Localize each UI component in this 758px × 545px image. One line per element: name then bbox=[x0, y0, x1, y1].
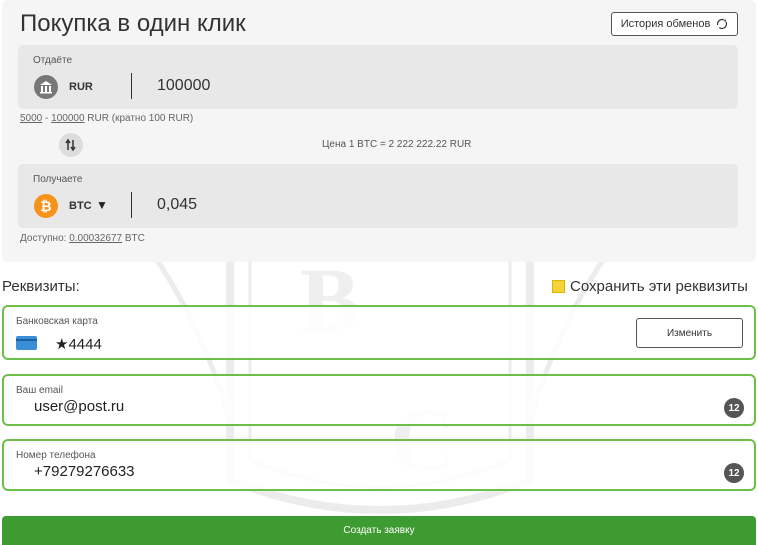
get-currency-select[interactable]: BTC bbox=[69, 200, 92, 212]
bank-card-label: Банковская карта bbox=[16, 316, 98, 327]
svg-text:₿: ₿ bbox=[40, 199, 51, 215]
get-divider bbox=[131, 192, 132, 218]
get-box: Получаете ₿ BTC ▼ 0,045 bbox=[18, 164, 738, 228]
history-button[interactable]: История обменов bbox=[611, 12, 738, 36]
bank-card-icon bbox=[16, 336, 37, 350]
bank-icon bbox=[34, 75, 58, 99]
phone-label: Номер телефона bbox=[16, 450, 96, 461]
available-amount-link[interactable]: 0.00032677 bbox=[69, 233, 122, 244]
bitcoin-icon: ₿ bbox=[34, 194, 58, 218]
phone-input[interactable]: +79279276633 bbox=[34, 463, 135, 480]
give-amount-input[interactable]: 100000 bbox=[157, 77, 210, 95]
limits-separator: - bbox=[42, 113, 52, 124]
available-label: Доступно: bbox=[20, 233, 70, 244]
available-line: Доступно: 0.00032677 BTC bbox=[20, 233, 145, 244]
phone-field[interactable]: Номер телефона +79279276633 12 bbox=[2, 439, 756, 491]
limits-line: 5000 - 100000 RUR (кратно 100 RUR) bbox=[20, 113, 193, 124]
price-rate: Цена 1 BTC = 2 222 222.22 RUR bbox=[322, 139, 472, 150]
email-label: Ваш email bbox=[16, 385, 63, 396]
get-label: Получаете bbox=[33, 174, 83, 185]
bank-card-field: Банковская карта ★4444 Изменить bbox=[2, 305, 756, 360]
swap-arrows-icon bbox=[65, 138, 76, 152]
refresh-icon bbox=[717, 18, 728, 30]
requisites-title: Реквизиты: bbox=[2, 278, 80, 295]
limits-suffix: RUR (кратно 100 RUR) bbox=[84, 113, 194, 124]
save-requisites-checkbox[interactable] bbox=[552, 280, 565, 293]
min-limit-link[interactable]: 5000 bbox=[20, 113, 42, 124]
phone-badge: 12 bbox=[724, 463, 744, 483]
save-requisites-toggle[interactable]: Сохранить эти реквизиты bbox=[552, 278, 748, 295]
email-input[interactable]: user@post.ru bbox=[34, 398, 124, 415]
bank-card-value: ★4444 bbox=[55, 336, 102, 353]
dropdown-arrow-icon[interactable]: ▼ bbox=[96, 198, 108, 212]
give-box: Отдаёте RUR 100000 bbox=[18, 45, 738, 109]
history-button-label: История обменов bbox=[620, 18, 711, 30]
give-label: Отдаёте bbox=[33, 55, 73, 66]
email-field[interactable]: Ваш email user@post.ru 12 bbox=[2, 374, 756, 426]
get-amount-input[interactable]: 0,045 bbox=[157, 196, 197, 214]
swap-button[interactable] bbox=[59, 133, 83, 157]
save-requisites-label[interactable]: Сохранить эти реквизиты bbox=[570, 278, 748, 295]
change-card-button[interactable]: Изменить bbox=[636, 318, 743, 348]
create-order-button[interactable]: Создать заявку bbox=[2, 516, 756, 545]
max-limit-link[interactable]: 100000 bbox=[51, 113, 84, 124]
available-unit: BTC bbox=[122, 233, 145, 244]
page-title: Покупка в один клик bbox=[20, 10, 246, 37]
give-divider bbox=[131, 73, 132, 99]
email-badge: 12 bbox=[724, 398, 744, 418]
give-currency[interactable]: RUR bbox=[69, 81, 93, 93]
